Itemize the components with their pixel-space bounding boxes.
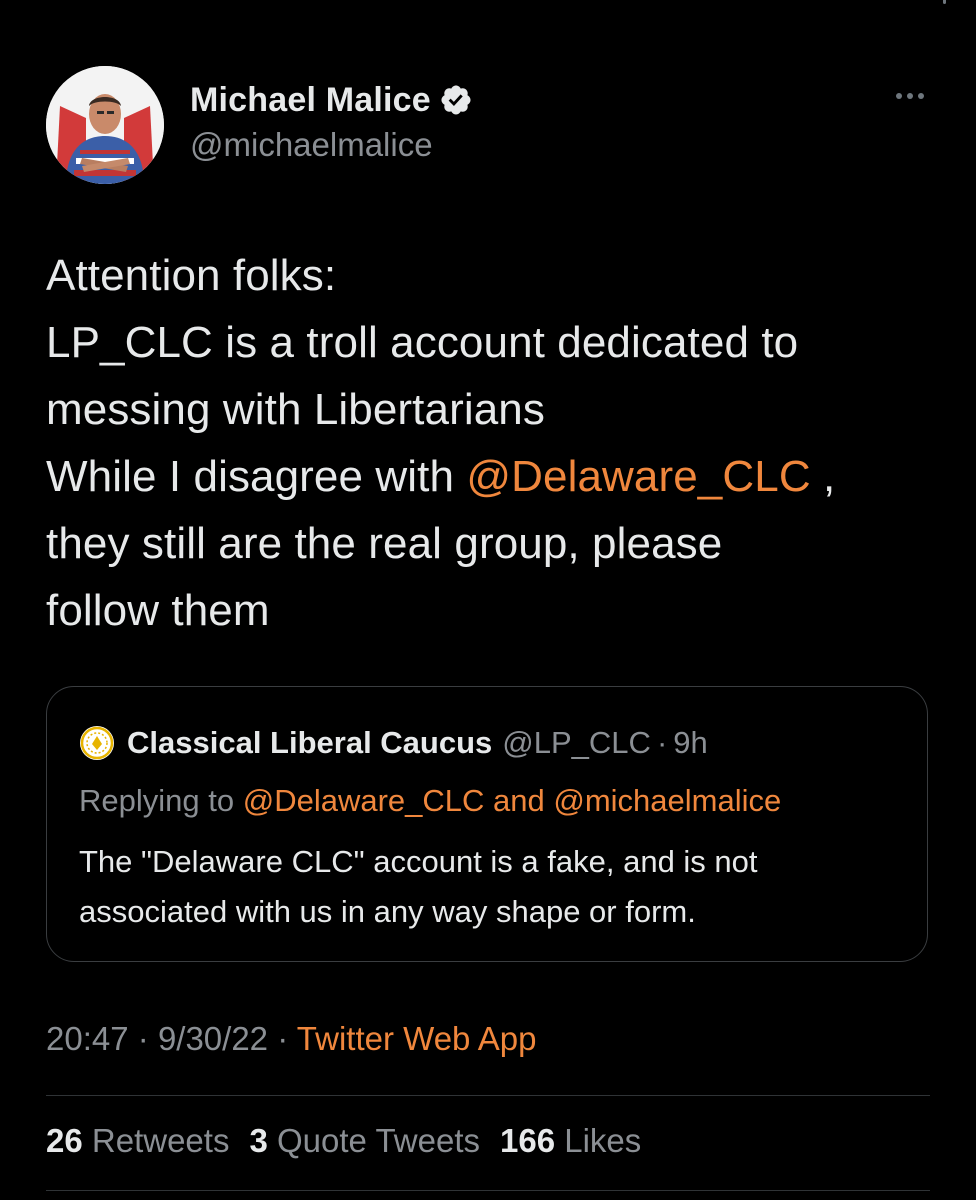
divider — [46, 1190, 930, 1191]
avatar[interactable] — [46, 66, 164, 184]
tweet-stats: 26 Retweets 3 Quote Tweets 166 Likes — [46, 1122, 641, 1160]
likes-stat[interactable]: 166 Likes — [500, 1122, 641, 1160]
tweet-date[interactable]: 9/30/22 — [158, 1020, 268, 1057]
quote-tweet-card[interactable]: Classical Liberal Caucus @LP_CLC · 9h Re… — [46, 686, 928, 962]
quote-handle[interactable]: @LP_CLC — [502, 725, 651, 761]
quote-header: Classical Liberal Caucus @LP_CLC · 9h — [79, 725, 708, 761]
divider — [46, 1095, 930, 1096]
likes-count: 166 — [500, 1122, 556, 1159]
mention-link-michaelmalice[interactable]: @michaelmalice — [553, 783, 781, 818]
tweet-text-line: follow them — [46, 586, 270, 635]
tweet-text-line: they still are the real group, please — [46, 519, 723, 568]
tweet-author-header: Michael Malice @michaelmalice — [46, 66, 930, 186]
verified-badge-icon — [439, 83, 473, 117]
more-options-button[interactable] — [890, 86, 930, 106]
meta-separator: · — [277, 1020, 289, 1057]
tweet-source-link[interactable]: Twitter Web App — [297, 1020, 537, 1057]
tweet-text-line: Attention folks: — [46, 251, 337, 300]
quote-replying-to: Replying to @Delaware_CLC and @michaelma… — [79, 783, 781, 819]
author-name-block: Michael Malice @michaelmalice — [190, 78, 473, 164]
tweet-text-segment: , — [810, 452, 836, 501]
more-options-icon — [896, 93, 902, 99]
mention-link-delaware-clc[interactable]: @Delaware_CLC — [466, 452, 810, 501]
quote-tweets-stat[interactable]: 3 Quote Tweets — [249, 1122, 480, 1160]
tweet-text-line: LP_CLC is a troll account dedicated to — [46, 318, 799, 367]
retweets-count: 26 — [46, 1122, 83, 1159]
more-options-icon-dot — [918, 93, 924, 99]
quote-display-name[interactable]: Classical Liberal Caucus — [127, 725, 492, 761]
quote-body-text: The "Delaware CLC" account is a fake, an… — [79, 837, 909, 937]
display-name-row: Michael Malice — [190, 78, 473, 122]
tweet-text: Attention folks: LP_CLC is a troll accou… — [46, 242, 946, 644]
meta-separator: · — [137, 1020, 149, 1057]
tweet-text-segment: While I disagree with — [46, 452, 467, 501]
tweet-text-line: messing with Libertarians — [46, 385, 545, 434]
tweet-text-line: While I disagree with @Delaware_CLC , — [46, 443, 946, 510]
tweet-meta: 20:47 · 9/30/22 · Twitter Web App — [46, 1020, 536, 1058]
retweets-label: Retweets — [91, 1122, 230, 1159]
author-display-name[interactable]: Michael Malice — [190, 81, 431, 120]
quote-avatar[interactable] — [79, 725, 115, 761]
quote-avatar-icon — [80, 726, 114, 760]
author-handle[interactable]: @michaelmalice — [190, 126, 473, 164]
retweets-stat[interactable]: 26 Retweets — [46, 1122, 229, 1160]
likes-label: Likes — [564, 1122, 642, 1159]
quote-timestamp[interactable]: 9h — [673, 725, 707, 761]
quote-separator: · — [656, 725, 668, 760]
tweet-time[interactable]: 20:47 — [46, 1020, 129, 1057]
quote-body-line: associated with us in any way shape or f… — [79, 894, 696, 929]
avatar-image — [46, 66, 164, 184]
tweet-detail: Michael Malice @michaelmalice Attention … — [0, 0, 976, 1200]
mention-link-delaware-clc[interactable]: @Delaware_CLC — [243, 783, 485, 818]
edge-mark — [943, 0, 946, 4]
quote-body-line: The "Delaware CLC" account is a fake, an… — [79, 844, 758, 879]
reply-and: and — [484, 783, 554, 818]
quote-tweets-label: Quote Tweets — [276, 1122, 480, 1159]
quote-tweets-count: 3 — [249, 1122, 268, 1159]
more-options-icon-dot — [907, 93, 913, 99]
reply-prefix: Replying to — [79, 783, 243, 818]
